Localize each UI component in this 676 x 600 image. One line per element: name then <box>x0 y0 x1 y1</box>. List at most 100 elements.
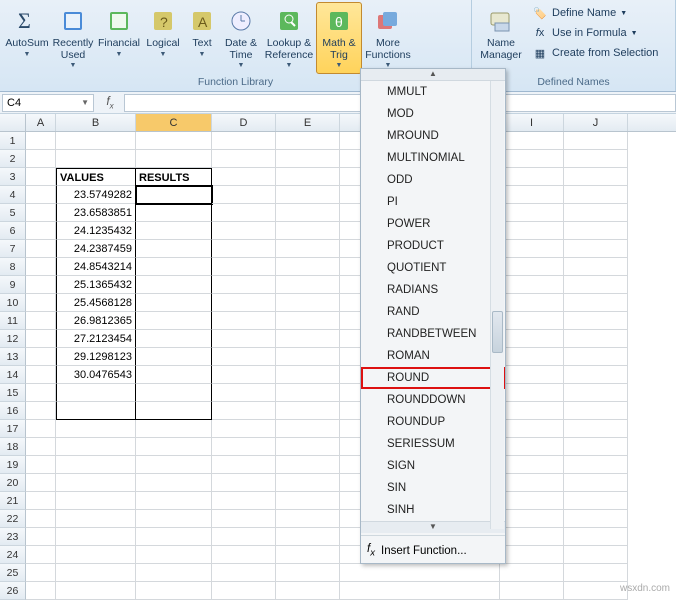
cell[interactable]: 23.6583851 <box>56 204 136 222</box>
cell[interactable] <box>212 420 276 438</box>
cell[interactable] <box>500 582 564 600</box>
cell[interactable] <box>56 132 136 150</box>
cell[interactable] <box>212 132 276 150</box>
cell[interactable] <box>136 456 212 474</box>
cell[interactable] <box>56 438 136 456</box>
cell[interactable]: 27.2123454 <box>56 330 136 348</box>
cell[interactable] <box>564 564 628 582</box>
cell[interactable] <box>136 492 212 510</box>
cell[interactable] <box>564 456 628 474</box>
define-name-button[interactable]: 🏷️Define Name ▼ <box>530 4 660 22</box>
spreadsheet-grid[interactable]: 123VALUESRESULTS423.5749282523.658385162… <box>0 132 676 600</box>
cell[interactable] <box>564 438 628 456</box>
cell[interactable] <box>26 474 56 492</box>
cell[interactable] <box>276 132 340 150</box>
row-header[interactable]: 5 <box>0 204 26 222</box>
row-header[interactable]: 11 <box>0 312 26 330</box>
cell[interactable]: 25.1365432 <box>56 276 136 294</box>
cell[interactable]: 24.1235432 <box>56 222 136 240</box>
cell[interactable] <box>56 150 136 168</box>
cell[interactable] <box>564 420 628 438</box>
use-in-formula-button[interactable]: fxUse in Formula ▼ <box>530 24 660 42</box>
cell[interactable] <box>26 258 56 276</box>
autosum-button[interactable]: Σ AutoSum▼ <box>4 2 50 74</box>
cell[interactable] <box>56 546 136 564</box>
cell[interactable] <box>26 402 56 420</box>
cell[interactable] <box>500 474 564 492</box>
cell[interactable] <box>212 186 276 204</box>
row-header[interactable]: 2 <box>0 150 26 168</box>
cell[interactable]: 29.1298123 <box>56 348 136 366</box>
menu-item-sign[interactable]: SIGN <box>361 455 505 477</box>
cell[interactable] <box>564 402 628 420</box>
row-header[interactable]: 14 <box>0 366 26 384</box>
cell[interactable] <box>136 528 212 546</box>
cell[interactable] <box>212 348 276 366</box>
cell[interactable] <box>500 330 564 348</box>
cell[interactable] <box>56 528 136 546</box>
cell[interactable] <box>136 402 212 420</box>
menu-item-sinh[interactable]: SINH <box>361 499 505 521</box>
cell[interactable] <box>276 384 340 402</box>
menu-item-power[interactable]: POWER <box>361 213 505 235</box>
cell[interactable] <box>26 222 56 240</box>
menu-item-randbetween[interactable]: RANDBETWEEN <box>361 323 505 345</box>
menu-item-pi[interactable]: PI <box>361 191 505 213</box>
menu-item-roundup[interactable]: ROUNDUP <box>361 411 505 433</box>
cell[interactable]: 25.4568128 <box>56 294 136 312</box>
cell[interactable] <box>500 258 564 276</box>
row-header[interactable]: 24 <box>0 546 26 564</box>
cell[interactable] <box>136 222 212 240</box>
row-header[interactable]: 13 <box>0 348 26 366</box>
cell[interactable] <box>564 294 628 312</box>
cell[interactable] <box>212 384 276 402</box>
cell[interactable] <box>26 276 56 294</box>
row-header[interactable]: 26 <box>0 582 26 600</box>
cell[interactable] <box>56 564 136 582</box>
cell[interactable] <box>500 312 564 330</box>
cell[interactable] <box>564 492 628 510</box>
cell[interactable] <box>212 240 276 258</box>
col-A[interactable]: A <box>26 114 56 131</box>
row-header[interactable]: 3 <box>0 168 26 186</box>
cell[interactable] <box>212 456 276 474</box>
menu-item-rand[interactable]: RAND <box>361 301 505 323</box>
cell[interactable] <box>136 546 212 564</box>
cell[interactable] <box>276 312 340 330</box>
cell[interactable]: RESULTS <box>136 168 212 186</box>
cell[interactable] <box>26 420 56 438</box>
cell[interactable] <box>564 546 628 564</box>
cell[interactable] <box>340 564 500 582</box>
cell[interactable] <box>26 330 56 348</box>
cell[interactable] <box>26 186 56 204</box>
row-header[interactable]: 1 <box>0 132 26 150</box>
financial-button[interactable]: Financial▼ <box>96 2 142 74</box>
cell[interactable] <box>500 564 564 582</box>
cell[interactable] <box>26 132 56 150</box>
cell[interactable] <box>26 204 56 222</box>
menu-item-mod[interactable]: MOD <box>361 103 505 125</box>
cell[interactable] <box>500 402 564 420</box>
scroll-up-button[interactable]: ▲ <box>361 69 505 81</box>
cell[interactable] <box>564 240 628 258</box>
cell[interactable] <box>26 564 56 582</box>
math-trig-button[interactable]: θ Math & Trig▼ <box>316 2 362 74</box>
cell[interactable] <box>212 204 276 222</box>
cell[interactable] <box>212 330 276 348</box>
cell[interactable] <box>136 330 212 348</box>
cell[interactable] <box>26 546 56 564</box>
cell[interactable] <box>500 546 564 564</box>
cell[interactable] <box>56 420 136 438</box>
row-header[interactable]: 8 <box>0 258 26 276</box>
menu-item-multinomial[interactable]: MULTINOMIAL <box>361 147 505 169</box>
cell[interactable] <box>56 510 136 528</box>
cell[interactable] <box>212 222 276 240</box>
row-header[interactable]: 12 <box>0 330 26 348</box>
cell[interactable] <box>500 204 564 222</box>
date-time-button[interactable]: Date & Time▼ <box>220 2 262 74</box>
cell[interactable] <box>564 348 628 366</box>
logical-button[interactable]: ? Logical▼ <box>142 2 184 74</box>
col-B[interactable]: B <box>56 114 136 131</box>
cell[interactable] <box>564 474 628 492</box>
cell[interactable] <box>136 294 212 312</box>
